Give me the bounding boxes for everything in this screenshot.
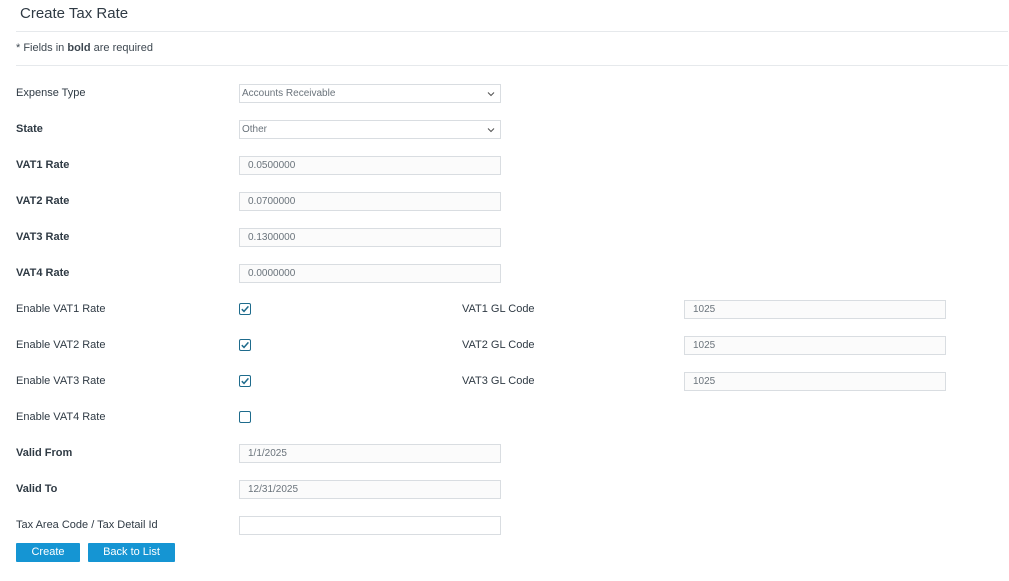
state-value: Other bbox=[242, 124, 268, 135]
vat1-gl-input[interactable]: 1025 bbox=[684, 300, 946, 319]
vat2-gl-label: VAT2 GL Code bbox=[462, 339, 535, 351]
valid-from-label: Valid From bbox=[16, 447, 73, 459]
divider bbox=[16, 65, 1008, 66]
chevron-down-icon bbox=[487, 92, 495, 97]
tax-area-input[interactable] bbox=[239, 516, 501, 535]
vat3-rate-input[interactable]: 0.1300000 bbox=[239, 228, 501, 247]
enable-vat1-label: Enable VAT1 Rate bbox=[16, 303, 106, 315]
checkmark-icon bbox=[241, 305, 249, 313]
enable-vat2-label: Enable VAT2 Rate bbox=[16, 339, 106, 351]
create-button[interactable]: Create bbox=[16, 543, 80, 562]
enable-vat4-checkbox[interactable] bbox=[239, 411, 251, 423]
vat2-gl-input[interactable]: 1025 bbox=[684, 336, 946, 355]
valid-to-input[interactable]: 12/31/2025 bbox=[239, 480, 501, 499]
vat3-gl-input[interactable]: 1025 bbox=[684, 372, 946, 391]
vat2-rate-label: VAT2 Rate bbox=[16, 195, 70, 207]
enable-vat1-checkbox[interactable] bbox=[239, 303, 251, 315]
tax-area-label: Tax Area Code / Tax Detail Id bbox=[16, 519, 158, 531]
enable-vat2-checkbox[interactable] bbox=[239, 339, 251, 351]
chevron-down-icon bbox=[487, 128, 495, 133]
back-to-list-button[interactable]: Back to List bbox=[88, 543, 175, 562]
vat1-rate-label: VAT1 Rate bbox=[16, 159, 70, 171]
required-note: * Fields in bold are required bbox=[16, 42, 153, 54]
vat4-rate-label: VAT4 Rate bbox=[16, 267, 70, 279]
enable-vat3-checkbox[interactable] bbox=[239, 375, 251, 387]
vat3-rate-label: VAT3 Rate bbox=[16, 231, 70, 243]
vat1-rate-input[interactable]: 0.0500000 bbox=[239, 156, 501, 175]
expense-type-select[interactable]: Accounts Receivable bbox=[239, 84, 501, 103]
expense-type-label: Expense Type bbox=[16, 87, 86, 99]
state-select[interactable]: Other bbox=[239, 120, 501, 139]
enable-vat3-label: Enable VAT3 Rate bbox=[16, 375, 106, 387]
checkmark-icon bbox=[241, 341, 249, 349]
state-label: State bbox=[16, 123, 43, 135]
valid-from-input[interactable]: 1/1/2025 bbox=[239, 444, 501, 463]
vat1-gl-label: VAT1 GL Code bbox=[462, 303, 535, 315]
vat3-gl-label: VAT3 GL Code bbox=[462, 375, 535, 387]
vat4-rate-input[interactable]: 0.0000000 bbox=[239, 264, 501, 283]
vat2-rate-input[interactable]: 0.0700000 bbox=[239, 192, 501, 211]
page-title: Create Tax Rate bbox=[20, 5, 129, 22]
enable-vat4-label: Enable VAT4 Rate bbox=[16, 411, 106, 423]
expense-type-value: Accounts Receivable bbox=[242, 88, 336, 99]
checkmark-icon bbox=[241, 377, 249, 385]
divider bbox=[16, 31, 1008, 32]
valid-to-label: Valid To bbox=[16, 483, 58, 495]
